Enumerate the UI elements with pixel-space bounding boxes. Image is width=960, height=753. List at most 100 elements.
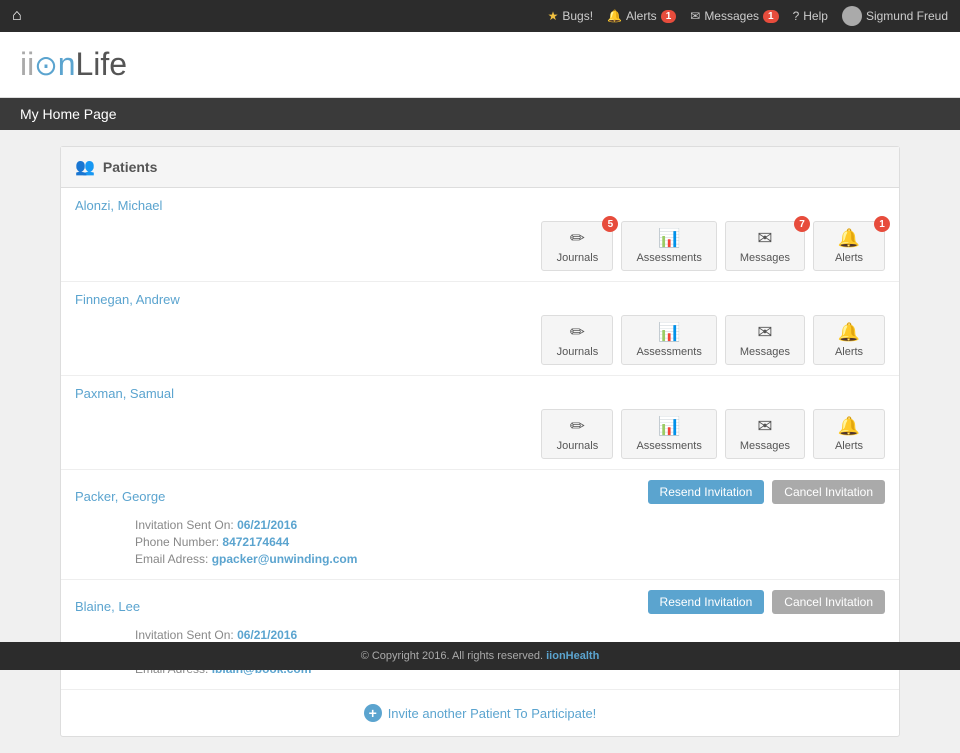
logo-ii: ii <box>20 46 34 82</box>
invitation-label-blaine: Invitation Sent On: <box>135 628 234 642</box>
journals-badge-alonzi: 5 <box>602 216 618 232</box>
alerts-nav-item[interactable]: 🔔 Alerts 1 <box>607 9 676 23</box>
messages-badge: 1 <box>763 10 779 23</box>
invite-row: + Invite another Patient To Participate! <box>61 690 899 736</box>
page-title: My Home Page <box>20 106 116 122</box>
patient-name-alonzi[interactable]: Alonzi, Michael <box>75 198 885 213</box>
resend-button-packer[interactable]: Resend Invitation <box>648 480 765 504</box>
user-name: Sigmund Freud <box>866 9 948 23</box>
logo-circle: ⊙ <box>34 50 57 81</box>
messages-label-finnegan: Messages <box>740 346 790 358</box>
bell-icon-paxman: 🔔 <box>838 416 860 437</box>
messages-button-paxman[interactable]: ✉ Messages <box>725 409 805 459</box>
phone-packer: Phone Number: 8472174644 <box>135 535 885 549</box>
invite-text: Invite another Patient To Participate! <box>388 706 597 721</box>
bell-icon-alonzi: 🔔 <box>838 228 860 249</box>
avatar <box>842 6 862 26</box>
assessments-label-paxman: Assessments <box>636 440 701 452</box>
email-label: Email Adress: <box>135 552 208 566</box>
footer-text: © Copyright 2016. All rights reserved. <box>361 650 543 662</box>
invitation-date-blaine: Invitation Sent On: 06/21/2016 <box>135 628 885 642</box>
home-icon[interactable]: ⌂ <box>12 7 22 25</box>
help-icon: ? <box>793 9 800 23</box>
footer-brand: iionHealth <box>546 650 599 662</box>
assessments-button-paxman[interactable]: 📊 Assessments <box>621 409 716 459</box>
alerts-button-finnegan[interactable]: 🔔 Alerts <box>813 315 885 365</box>
patient-name-blaine[interactable]: Blaine, Lee <box>75 599 140 614</box>
nav-right: ★ Bugs! 🔔 Alerts 1 ✉ Messages 1 ? Help S… <box>548 6 948 26</box>
invitation-label: Invitation Sent On: <box>135 518 234 532</box>
journals-button-paxman[interactable]: ✏ Journals <box>541 409 613 459</box>
pencil-icon-paxman: ✏ <box>570 416 585 437</box>
cancel-button-blaine[interactable]: Cancel Invitation <box>772 590 885 614</box>
email-value-packer: gpacker@unwinding.com <box>212 552 358 566</box>
journals-label-alonzi: Journals <box>557 252 599 264</box>
chart-icon-finnegan: 📊 <box>658 322 680 343</box>
invitation-value-blaine: 06/21/2016 <box>237 628 297 642</box>
journals-label-paxman: Journals <box>557 440 599 452</box>
bugs-nav-item[interactable]: ★ Bugs! <box>548 9 593 23</box>
alerts-button-alonzi[interactable]: 1 🔔 Alerts <box>813 221 885 271</box>
patient-row-finnegan: Finnegan, Andrew ✏ Journals 📊 Assessment… <box>61 282 899 376</box>
phone-label: Phone Number: <box>135 535 219 549</box>
nav-left: ⌂ <box>12 7 22 25</box>
assessments-label-finnegan: Assessments <box>636 346 701 358</box>
alerts-button-paxman[interactable]: 🔔 Alerts <box>813 409 885 459</box>
logo: ii⊙nLife <box>20 46 940 83</box>
pencil-icon: ✏ <box>570 228 585 249</box>
top-navigation: ⌂ ★ Bugs! 🔔 Alerts 1 ✉ Messages 1 ? Help… <box>0 0 960 32</box>
messages-badge-alonzi: 7 <box>794 216 810 232</box>
messages-button-finnegan[interactable]: ✉ Messages <box>725 315 805 365</box>
help-nav-item[interactable]: ? Help <box>793 9 828 23</box>
patient-row-blaine: Blaine, Lee Resend Invitation Cancel Inv… <box>61 580 899 690</box>
alerts-label-paxman: Alerts <box>835 440 863 452</box>
alerts-badge: 1 <box>661 10 677 23</box>
journals-button-finnegan[interactable]: ✏ Journals <box>541 315 613 365</box>
journals-label-finnegan: Journals <box>557 346 599 358</box>
cancel-button-packer[interactable]: Cancel Invitation <box>772 480 885 504</box>
invitation-value-packer: 06/21/2016 <box>237 518 297 532</box>
bell-icon: 🔔 <box>607 9 622 23</box>
patient-name-packer[interactable]: Packer, George <box>75 489 165 504</box>
chart-icon-paxman: 📊 <box>658 416 680 437</box>
invitation-date-packer: Invitation Sent On: 06/21/2016 <box>135 518 885 532</box>
journals-button-alonzi[interactable]: 5 ✏ Journals <box>541 221 613 271</box>
bell-icon-finnegan: 🔔 <box>838 322 860 343</box>
email-packer: Email Adress: gpacker@unwinding.com <box>135 552 885 566</box>
patients-icon: 👥 <box>75 157 95 177</box>
messages-label: Messages <box>704 9 759 23</box>
patient-row: Alonzi, Michael 5 ✏ Journals 📊 Assessmen… <box>61 188 899 282</box>
envelope-icon: ✉ <box>690 9 700 23</box>
alerts-label: Alerts <box>626 9 657 23</box>
message-icon: ✉ <box>757 228 772 249</box>
footer: © Copyright 2016. All rights reserved. i… <box>0 642 960 670</box>
pending-actions-blaine: Resend Invitation Cancel Invitation <box>648 590 885 614</box>
message-icon-paxman: ✉ <box>757 416 772 437</box>
invite-link[interactable]: + Invite another Patient To Participate! <box>364 704 597 722</box>
page-title-bar: My Home Page <box>0 98 960 130</box>
patient-name-paxman[interactable]: Paxman, Samual <box>75 386 885 401</box>
assessments-label-alonzi: Assessments <box>636 252 701 264</box>
messages-nav-item[interactable]: ✉ Messages 1 <box>690 9 778 23</box>
patient-actions-finnegan: ✏ Journals 📊 Assessments ✉ Messages 🔔 Al… <box>75 315 885 365</box>
message-icon-finnegan: ✉ <box>757 322 772 343</box>
assessments-button-alonzi[interactable]: 📊 Assessments <box>621 221 716 271</box>
patient-name-finnegan[interactable]: Finnegan, Andrew <box>75 292 885 307</box>
patient-actions-paxman: ✏ Journals 📊 Assessments ✉ Messages 🔔 Al… <box>75 409 885 459</box>
chart-icon: 📊 <box>658 228 680 249</box>
pending-info-packer: Invitation Sent On: 06/21/2016 Phone Num… <box>75 518 885 566</box>
patient-row-paxman: Paxman, Samual ✏ Journals 📊 Assessments … <box>61 376 899 470</box>
bugs-label: Bugs! <box>562 9 593 23</box>
bug-icon: ★ <box>548 9 559 23</box>
help-label: Help <box>803 9 828 23</box>
pending-actions-packer: Resend Invitation Cancel Invitation <box>648 480 885 504</box>
assessments-button-finnegan[interactable]: 📊 Assessments <box>621 315 716 365</box>
messages-label-paxman: Messages <box>740 440 790 452</box>
user-nav-item[interactable]: Sigmund Freud <box>842 6 948 26</box>
alerts-badge-alonzi: 1 <box>874 216 890 232</box>
pencil-icon-finnegan: ✏ <box>570 322 585 343</box>
resend-button-blaine[interactable]: Resend Invitation <box>648 590 765 614</box>
messages-button-alonzi[interactable]: 7 ✉ Messages <box>725 221 805 271</box>
patient-row-packer: Packer, George Resend Invitation Cancel … <box>61 470 899 580</box>
logo-on: n <box>58 46 76 82</box>
